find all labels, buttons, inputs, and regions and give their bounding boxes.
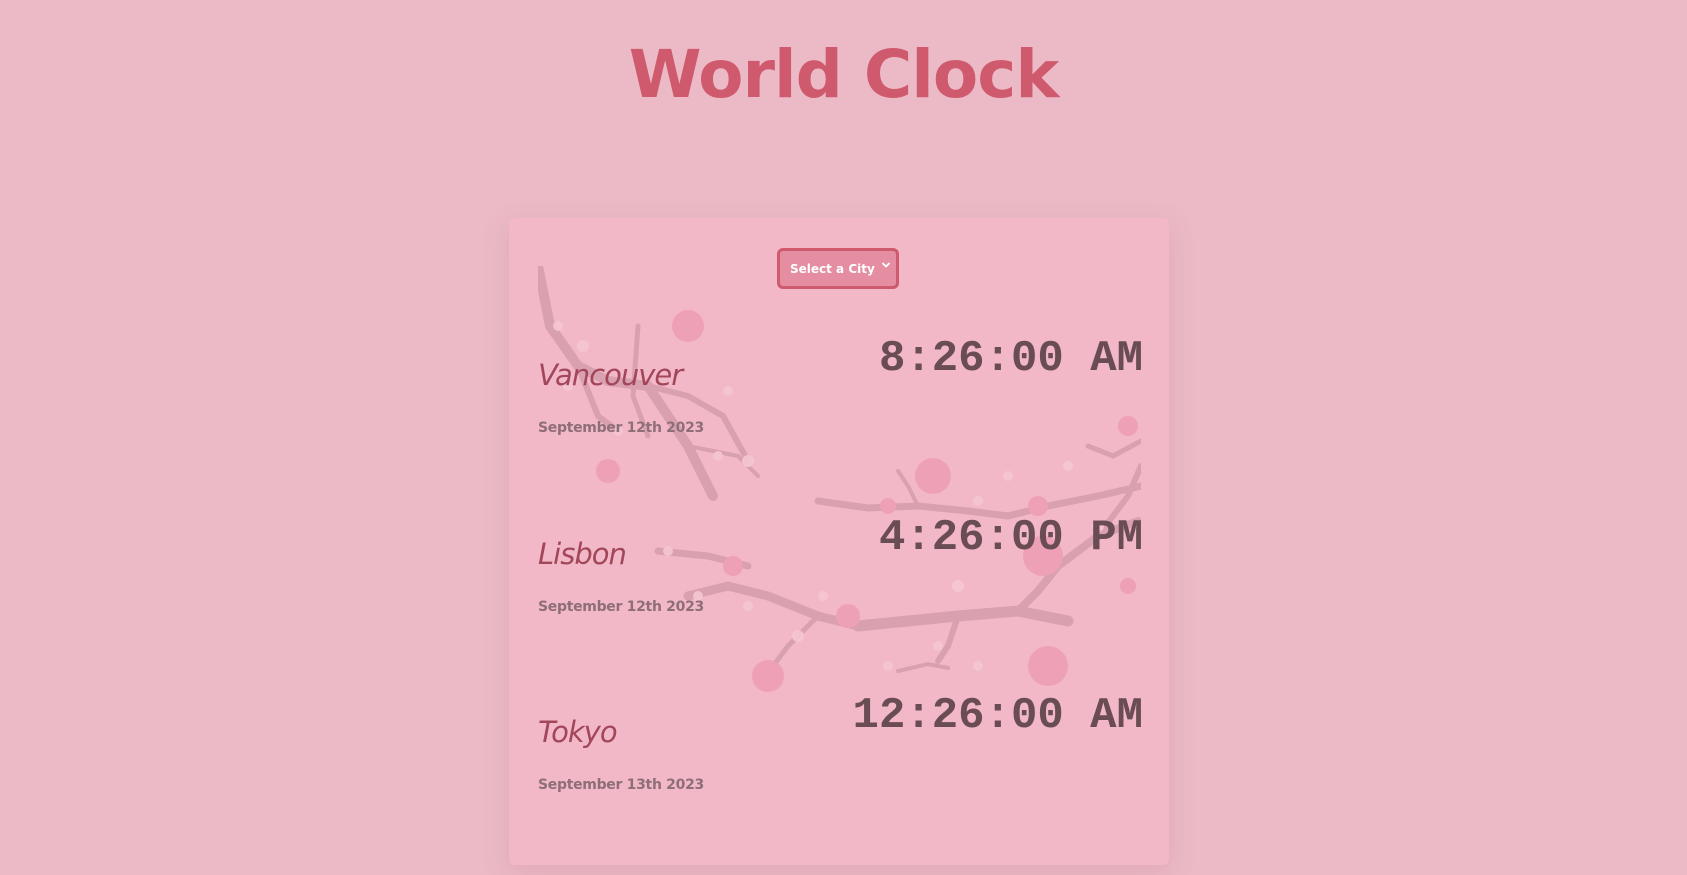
city-name: Tokyo: [538, 715, 618, 749]
city-row-vancouver: Vancouver September 12th 2023 8:26:00 AM: [538, 320, 1143, 470]
city-date: September 13th 2023: [538, 777, 704, 793]
city-time: 8:26:00 AM: [878, 334, 1143, 384]
city-select[interactable]: Select a City: [777, 248, 899, 289]
city-row-lisbon: Lisbon September 12th 2023 4:26:00 PM: [538, 499, 1143, 649]
city-date: September 12th 2023: [538, 420, 704, 436]
city-date: September 12th 2023: [538, 599, 704, 615]
city-name: Lisbon: [538, 537, 627, 571]
city-select-wrapper[interactable]: Select a City: [777, 248, 899, 289]
clock-card: Select a City Vancouver September 12th 2…: [509, 218, 1169, 865]
city-time: 4:26:00 PM: [878, 513, 1143, 563]
page-title: World Clock: [628, 36, 1060, 113]
world-clock-page: World Clock Select a City Vancouver Sept…: [0, 0, 1687, 875]
city-row-tokyo: Tokyo September 13th 2023 12:26:00 AM: [538, 677, 1143, 827]
city-name: Vancouver: [538, 358, 683, 392]
city-time: 12:26:00 AM: [852, 691, 1143, 741]
